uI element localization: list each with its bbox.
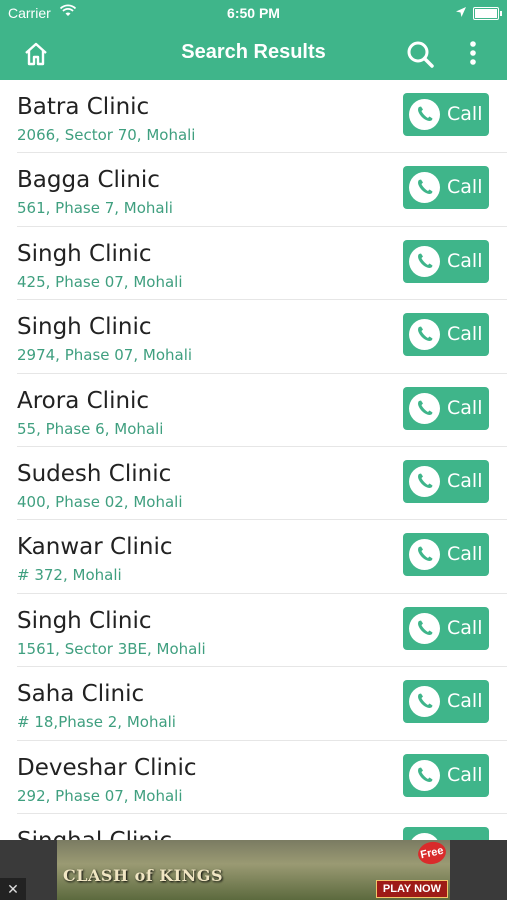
call-button[interactable]: Call [403, 239, 489, 283]
call-button[interactable]: Call [403, 606, 489, 650]
call-label: Call [447, 176, 483, 199]
clinic-name: Saha Clinic [17, 681, 145, 708]
list-item[interactable]: Singhal Clinic Call [0, 814, 507, 840]
list-item[interactable]: Batra Clinic 2066, Sector 70, Mohali Call [0, 80, 507, 154]
list-item[interactable]: Singh Clinic 425, Phase 07, Mohali Call [0, 227, 507, 301]
location-arrow-icon [455, 5, 467, 21]
call-label: Call [447, 249, 483, 272]
ad-close-button[interactable]: ✕ [0, 878, 26, 900]
more-options-icon[interactable] [463, 39, 483, 69]
clinic-address: 561, Phase 7, Mohali [17, 199, 173, 218]
clinic-name: Bagga Clinic [17, 167, 160, 194]
call-label: Call [447, 323, 483, 346]
call-label: Call [447, 396, 483, 419]
call-label: Call [447, 616, 483, 639]
ad-title: CLASH of KINGS [63, 866, 223, 885]
phone-icon [409, 99, 440, 130]
clinic-address: 1561, Sector 3BE, Mohali [17, 639, 206, 658]
clinic-address: # 372, Mohali [17, 566, 122, 585]
clinic-name: Singh Clinic [17, 314, 152, 341]
clinic-address: 425, Phase 07, Mohali [17, 272, 183, 291]
clinic-name: Kanwar Clinic [17, 534, 173, 561]
phone-icon [409, 319, 440, 351]
clinic-address: 55, Phase 6, Mohali [17, 419, 164, 438]
phone-icon [409, 392, 440, 424]
search-icon[interactable] [405, 39, 435, 69]
ad-bar: ✕ CLASH of KINGS Free PLAY NOW [0, 840, 507, 900]
clinic-name: Singhal Clinic [17, 828, 172, 840]
call-button[interactable]: Call [403, 533, 489, 577]
call-button[interactable]: Call [403, 459, 489, 503]
list-item[interactable]: Sudesh Clinic 400, Phase 02, Mohali Call [0, 447, 507, 521]
clinic-name: Deveshar Clinic [17, 754, 197, 781]
call-button[interactable]: Call [403, 386, 489, 430]
list-item[interactable]: Deveshar Clinic 292, Phase 07, Mohali Call [0, 741, 507, 814]
status-bar: Carrier 6:50 PM [0, 0, 507, 28]
call-button[interactable]: Call [403, 93, 489, 136]
call-button[interactable]: Call [403, 753, 489, 797]
list-item[interactable]: Saha Clinic # 18,Phase 2, Mohali Call [0, 667, 507, 741]
call-button[interactable]: Call [403, 680, 489, 724]
clinic-address: 2066, Sector 70, Mohali [17, 126, 196, 144]
ad-banner[interactable]: CLASH of KINGS Free PLAY NOW [57, 840, 450, 900]
clock: 6:50 PM [227, 5, 280, 21]
call-label: Call [447, 763, 483, 786]
ad-free-badge: Free [416, 840, 448, 867]
phone-icon [409, 832, 440, 840]
clinic-address: # 18,Phase 2, Mohali [17, 713, 176, 732]
phone-icon [409, 759, 440, 791]
phone-icon [409, 245, 440, 277]
call-label: Call [447, 543, 483, 566]
phone-icon [409, 465, 440, 497]
nav-bar: Search Results [0, 28, 507, 80]
ad-play-now-button[interactable]: PLAY NOW [375, 880, 448, 898]
phone-icon [409, 539, 440, 571]
phone-icon [409, 172, 440, 204]
call-label: Call [447, 103, 483, 125]
call-button[interactable]: Call [403, 166, 489, 210]
clinic-address: 292, Phase 07, Mohali [17, 786, 183, 805]
clinic-name: Singh Clinic [17, 607, 152, 634]
results-list[interactable]: Batra Clinic 2066, Sector 70, Mohali Call B… [0, 80, 507, 840]
clinic-name: Arora Clinic [17, 387, 150, 414]
clinic-address: 2974, Phase 07, Mohali [17, 346, 193, 365]
clinic-name: Singh Clinic [17, 240, 152, 267]
clinic-name: Batra Clinic [17, 94, 150, 120]
call-button[interactable]: Call [403, 826, 489, 840]
call-label: Call [447, 469, 483, 492]
clinic-name: Sudesh Clinic [17, 460, 172, 487]
list-item[interactable]: Arora Clinic 55, Phase 6, Mohali Call [0, 374, 507, 447]
list-item[interactable]: Kanwar Clinic # 372, Mohali Call [0, 520, 507, 594]
battery-icon [473, 7, 502, 20]
phone-icon [409, 686, 440, 718]
phone-icon [409, 612, 440, 644]
list-item[interactable]: Bagga Clinic 561, Phase 7, Mohali Call [0, 153, 507, 227]
call-label: Call [447, 690, 483, 713]
clinic-address: 400, Phase 02, Mohali [17, 492, 183, 511]
list-item[interactable]: Singh Clinic 2974, Phase 07, Mohali Call [0, 300, 507, 374]
call-button[interactable]: Call [403, 313, 489, 357]
list-item[interactable]: Singh Clinic 1561, Sector 3BE, Mohali Call [0, 594, 507, 668]
